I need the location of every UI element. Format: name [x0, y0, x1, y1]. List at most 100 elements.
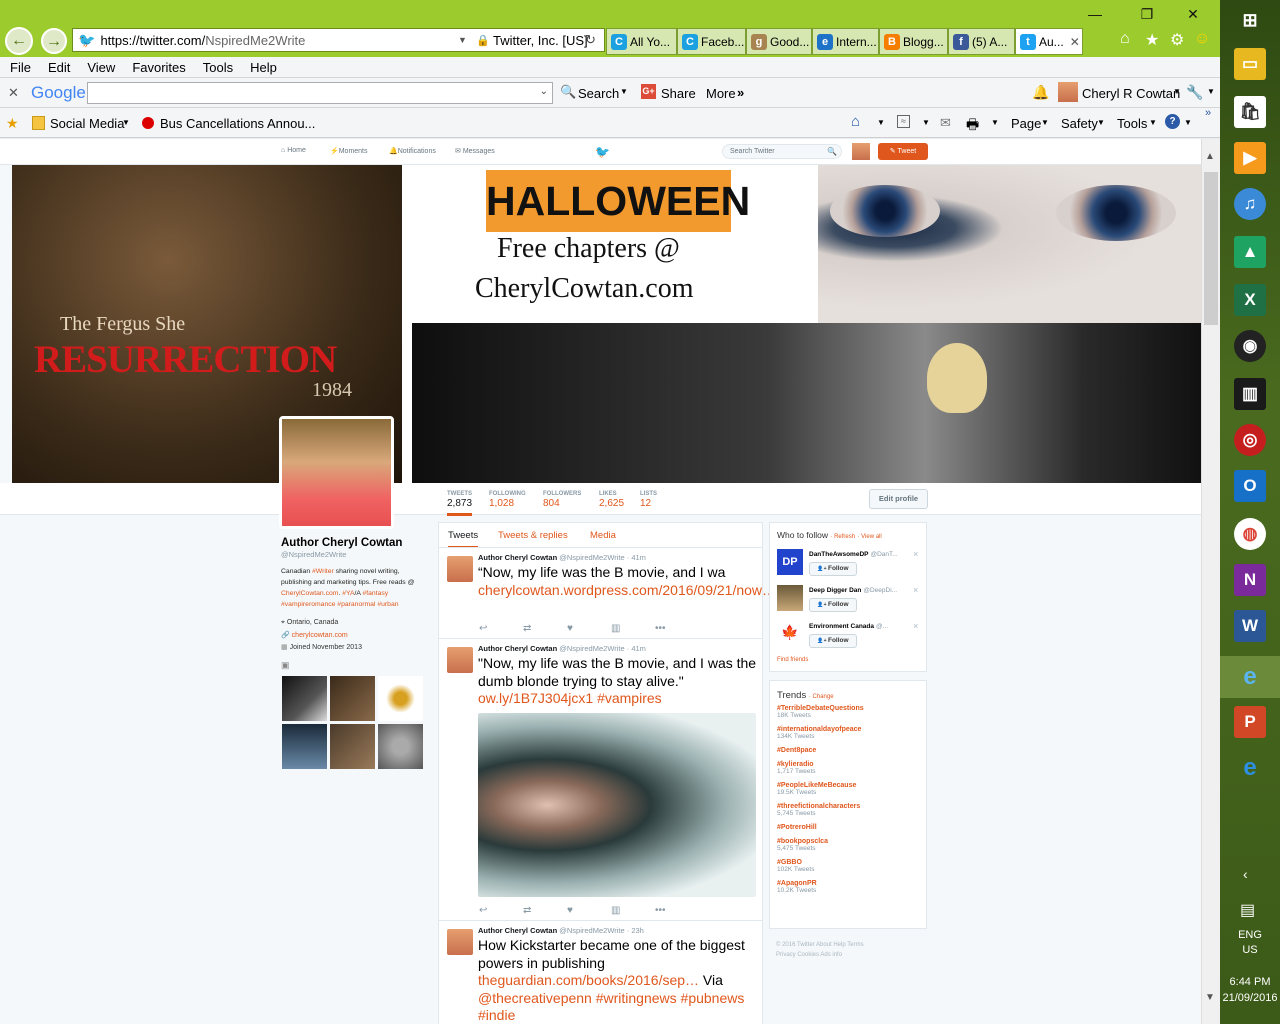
favorite-social-media[interactable]: Social Media: [50, 116, 124, 131]
stat-lists[interactable]: LISTS 12: [640, 491, 657, 509]
reply-icon[interactable]: ↩: [479, 623, 523, 634]
outlook-icon[interactable]: O: [1234, 470, 1266, 502]
media-thumbnail[interactable]: [330, 676, 375, 721]
menu-edit[interactable]: Edit: [48, 60, 70, 75]
home-icon[interactable]: ⌂: [1120, 30, 1130, 48]
user-avatar[interactable]: [1058, 82, 1078, 102]
page-menu[interactable]: Page: [1011, 116, 1041, 131]
nav-notifications[interactable]: 🔔Notifications: [389, 147, 436, 155]
bio-writer-hashtag[interactable]: #Writer: [312, 568, 334, 575]
bio-ya-hashtag[interactable]: #YA: [342, 590, 354, 597]
refresh-link[interactable]: · Refresh: [830, 534, 855, 540]
smiley-feedback-icon[interactable]: ☺: [1194, 30, 1210, 48]
media-player-icon[interactable]: ▶: [1234, 142, 1266, 174]
menu-favorites[interactable]: Favorites: [132, 60, 185, 75]
browser-tab[interactable]: B Blogg...: [879, 28, 948, 55]
trend-hashtag[interactable]: #internationaldayofpeace: [777, 726, 928, 733]
retweet-icon[interactable]: ⇄: [523, 905, 567, 916]
folder-dropdown-icon[interactable]: ▼: [122, 118, 130, 127]
tab-tweets-replies[interactable]: Tweets & replies: [498, 530, 568, 541]
tweet-link[interactable]: theguardian.com/books/2016/sep…: [478, 972, 699, 988]
restore-icon[interactable]: ❐: [1137, 6, 1157, 22]
dismiss-icon[interactable]: ×: [913, 549, 918, 559]
print-icon[interactable]: 🖶: [966, 114, 979, 138]
trend-hashtag[interactable]: #kylieradio: [777, 761, 928, 768]
view-all-link[interactable]: · View all: [857, 534, 881, 540]
scroll-up-arrow-icon[interactable]: ▲: [1205, 151, 1215, 162]
change-trends-link[interactable]: · Change: [809, 694, 834, 700]
search-button[interactable]: Search: [578, 86, 619, 101]
forward-button[interactable]: →: [41, 28, 67, 54]
tweet-button[interactable]: ✎ Tweet: [878, 143, 928, 160]
dismiss-icon[interactable]: ×: [913, 585, 918, 595]
bio-site-link[interactable]: CherylCowtan.com: [281, 590, 338, 597]
edge-icon[interactable]: e: [1234, 752, 1266, 784]
tweet-avatar[interactable]: [447, 647, 473, 673]
twitter-search-input[interactable]: Search Twitter 🔍: [722, 144, 842, 159]
stat-following[interactable]: FOLLOWING 1,028: [489, 491, 526, 509]
media-thumbnail[interactable]: [378, 724, 423, 769]
tweet-link[interactable]: ow.ly/1B7J304jcx1 #vampires: [478, 690, 662, 706]
trend-item[interactable]: #Dent8pace: [770, 747, 928, 754]
show-hidden-icons-chevron-icon[interactable]: ‹: [1243, 866, 1248, 882]
tweet-link[interactable]: cherylcowtan.wordpress.com/2016/09/21/no…: [478, 582, 776, 598]
dropdown-arrow-icon[interactable]: ▼: [458, 35, 467, 45]
like-heart-icon[interactable]: ♥: [567, 623, 611, 634]
menu-help[interactable]: Help: [250, 60, 277, 75]
trend-item[interactable]: #bookpopsclca 5,475 Tweets: [770, 838, 928, 852]
analytics-icon[interactable]: ▥: [611, 905, 655, 916]
close-toolbar-icon[interactable]: ✕: [8, 85, 19, 101]
suggested-avatar[interactable]: [777, 585, 803, 611]
equalizer-app-icon[interactable]: ▥: [1234, 378, 1266, 410]
tweet-card[interactable]: Author Cheryl Cowtan @NspiredMe2Write · …: [438, 638, 763, 921]
trend-item[interactable]: #ApagonPR 10.2K Tweets: [770, 880, 928, 894]
trend-hashtag[interactable]: #ApagonPR: [777, 880, 928, 887]
scroll-down-arrow-icon[interactable]: ▼: [1205, 992, 1215, 1003]
stat-followers[interactable]: FOLLOWERS 804: [543, 491, 581, 509]
more-dots-icon[interactable]: •••: [655, 905, 699, 916]
browser-tab[interactable]: C Faceb...: [677, 28, 746, 55]
tweet-card[interactable]: Author Cheryl Cowtan @NspiredMe2Write · …: [438, 547, 776, 639]
find-friends-link[interactable]: Find friends: [777, 657, 808, 663]
favorites-star-icon[interactable]: ★: [1145, 30, 1159, 50]
print-dropdown-icon[interactable]: ▼: [991, 118, 999, 127]
suggested-avatar[interactable]: 🍁: [777, 621, 803, 647]
file-explorer-icon[interactable]: ▭: [1234, 48, 1266, 80]
action-center-icon[interactable]: ▤: [1240, 900, 1255, 920]
suggested-name[interactable]: Deep Digger Dan: [809, 587, 861, 594]
follow-button[interactable]: 👤+ Follow: [809, 598, 857, 612]
scrollbar-thumb[interactable]: [1204, 172, 1218, 325]
tweet-author[interactable]: Author Cheryl Cowtan: [478, 926, 557, 935]
trend-hashtag[interactable]: #GBBO: [777, 859, 928, 866]
profile-handle[interactable]: @NspiredMe2Write: [281, 550, 431, 559]
reply-icon[interactable]: ↩: [479, 905, 523, 916]
profile-name[interactable]: Author Cheryl Cowtan: [281, 537, 431, 549]
tweet-avatar[interactable]: [447, 556, 473, 582]
trend-item[interactable]: #internationaldayofpeace 134K Tweets: [770, 726, 928, 740]
camera-icon[interactable]: ▣: [281, 660, 431, 671]
wrench-icon[interactable]: 🔧: [1186, 84, 1203, 101]
twitter-logo-icon[interactable]: 🐦: [595, 145, 610, 159]
search-icon[interactable]: 🔍: [827, 147, 837, 156]
media-thumbnail[interactable]: [282, 724, 327, 769]
media-thumbnail[interactable]: [378, 676, 423, 721]
help-icon[interactable]: ?: [1165, 114, 1180, 129]
read-mail-icon[interactable]: ✉: [940, 115, 951, 131]
windows-start-icon[interactable]: ⊞: [1234, 4, 1266, 36]
tweet-hashtags[interactable]: @thecreativepenn #writingnews #pubnews #…: [478, 990, 744, 1024]
trend-item[interactable]: #PeopleLikeMeBecause 19.5K Tweets: [770, 782, 928, 796]
analytics-icon[interactable]: ▥: [611, 623, 655, 634]
settings-gear-icon[interactable]: ⚙: [1170, 30, 1184, 50]
bell-icon[interactable]: 🔔: [1032, 84, 1049, 101]
tools-dropdown-icon[interactable]: ▼: [1149, 118, 1157, 127]
tweet-card[interactable]: Author Cheryl Cowtan @NspiredMe2Write · …: [438, 920, 763, 1024]
browser-tab[interactable]: g Good...: [746, 28, 812, 55]
footer-line-1[interactable]: © 2016 Twitter About Help Terms: [776, 940, 864, 950]
share-button[interactable]: Share: [661, 86, 696, 101]
store-icon[interactable]: 🛍: [1234, 96, 1266, 128]
website-link[interactable]: cherylcowtan.com: [292, 632, 348, 639]
stat-tweets[interactable]: TWEETS 2,873: [447, 491, 473, 516]
page-dropdown-icon[interactable]: ▼: [1041, 118, 1049, 127]
lock-icon[interactable]: 🔒: [476, 34, 490, 47]
help-dropdown-icon[interactable]: ▼: [1184, 118, 1192, 127]
